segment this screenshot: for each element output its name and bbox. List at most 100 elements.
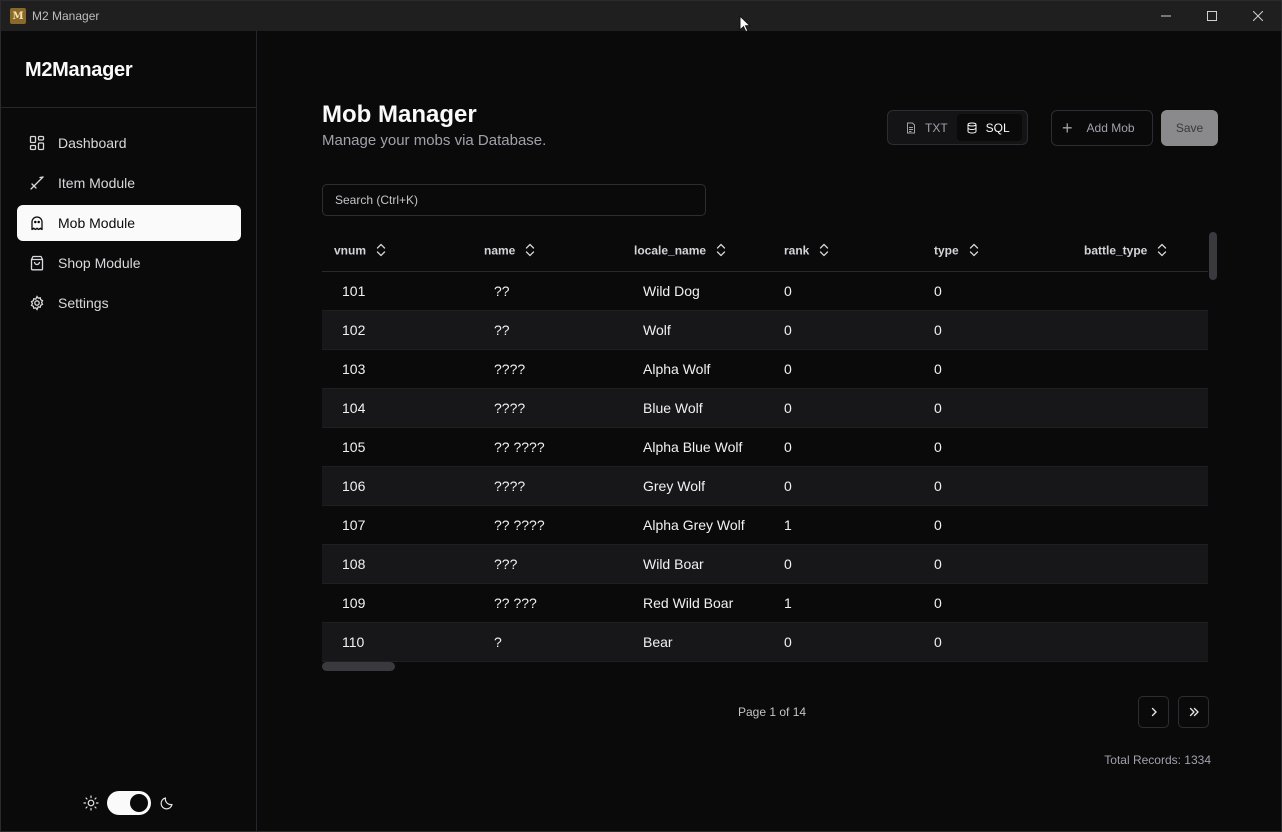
gear-icon <box>30 295 44 311</box>
column-header-vnum[interactable]: vnum <box>322 232 472 272</box>
app-logo-icon: M <box>10 8 26 24</box>
last-page-button[interactable] <box>1178 696 1209 728</box>
cell-vnum: 104 <box>322 388 472 428</box>
theme-toggle <box>83 791 175 815</box>
cell-battle-type <box>1072 583 1208 623</box>
file-text-icon <box>907 122 915 133</box>
cell-locale-name: Alpha Blue Wolf <box>622 427 772 467</box>
horizontal-scrollbar[interactable] <box>322 662 395 671</box>
table-row[interactable]: 104 ???? Blue Wolf 0 0 <box>322 388 1208 428</box>
table-header-row: vnum name locale_name rank type battle_t… <box>322 232 1208 272</box>
sidebar-nav: Dashboard Item Module Mob Module Shop Mo… <box>17 125 241 325</box>
database-icon <box>967 122 977 134</box>
cell-locale-name: Grey Wolf <box>622 466 772 506</box>
sql-mode-label: SQL <box>985 120 1010 135</box>
theme-switch[interactable] <box>107 791 151 815</box>
cell-rank: 0 <box>772 310 922 350</box>
column-header-name[interactable]: name <box>472 232 622 272</box>
close-button[interactable] <box>1235 1 1281 31</box>
cell-vnum: 110 <box>322 622 472 662</box>
table-row[interactable]: 101 ?? Wild Dog 0 0 <box>322 271 1208 311</box>
cell-name: ? <box>472 622 622 662</box>
sort-icon <box>376 243 386 260</box>
sidebar-item-label: Settings <box>58 295 109 311</box>
cell-locale-name: Blue Wolf <box>622 388 772 428</box>
cell-battle-type <box>1072 622 1208 662</box>
cell-type: 0 <box>922 310 1072 350</box>
add-mob-button[interactable]: + Add Mob <box>1051 110 1153 146</box>
sql-mode-button[interactable]: SQL <box>956 114 1022 141</box>
cell-rank: 0 <box>772 349 922 389</box>
cell-vnum: 105 <box>322 427 472 467</box>
cell-type: 0 <box>922 349 1072 389</box>
table-row[interactable]: 108 ??? Wild Boar 0 0 <box>322 544 1208 584</box>
sidebar: M2Manager Dashboard Item Module Mob Modu… <box>1 31 257 831</box>
sidebar-item-settings[interactable]: Settings <box>17 285 241 321</box>
sort-icon <box>1157 243 1167 260</box>
table-row[interactable]: 103 ???? Alpha Wolf 0 0 <box>322 349 1208 389</box>
mouse-cursor-icon <box>739 15 751 33</box>
cell-name: ???? <box>472 388 622 428</box>
maximize-button[interactable] <box>1189 1 1235 31</box>
table-row[interactable]: 106 ???? Grey Wolf 0 0 <box>322 466 1208 506</box>
chevron-right-icon <box>1151 707 1157 717</box>
cell-type: 0 <box>922 466 1072 506</box>
cell-battle-type <box>1072 310 1208 350</box>
add-mob-label: Add Mob <box>1086 121 1135 135</box>
cell-name: ?? <box>472 310 622 350</box>
title-bar: M M2 Manager <box>1 1 1281 31</box>
sidebar-item-mob-module[interactable]: Mob Module <box>17 205 241 241</box>
txt-mode-label: TXT <box>925 120 948 135</box>
sidebar-item-dashboard[interactable]: Dashboard <box>17 125 241 161</box>
cell-locale-name: Wolf <box>622 310 772 350</box>
cell-type: 0 <box>922 427 1072 467</box>
minimize-button[interactable] <box>1143 1 1189 31</box>
layout-grid-icon <box>29 135 45 151</box>
cell-rank: 0 <box>772 544 922 584</box>
table-row[interactable]: 109 ?? ??? Red Wild Boar 1 0 <box>322 583 1208 623</box>
shopping-bag-icon <box>30 255 44 271</box>
cell-battle-type <box>1072 466 1208 506</box>
table-row[interactable]: 102 ?? Wolf 0 0 <box>322 310 1208 350</box>
cell-name: ?? ??? <box>472 583 622 623</box>
cell-vnum: 107 <box>322 505 472 545</box>
main-content: Mob Manager Manage your mobs via Databas… <box>258 31 1281 831</box>
page-subtitle: Manage your mobs via Database. <box>322 132 547 149</box>
sun-icon <box>83 795 99 811</box>
search-input[interactable] <box>322 184 706 216</box>
column-header-battle-type[interactable]: battle_type <box>1072 232 1208 272</box>
cell-rank: 1 <box>772 583 922 623</box>
table-row[interactable]: 107 ?? ???? Alpha Grey Wolf 1 0 <box>322 505 1208 545</box>
table-row[interactable]: 105 ?? ???? Alpha Blue Wolf 0 0 <box>322 427 1208 467</box>
sort-icon <box>716 243 726 260</box>
cell-battle-type <box>1072 388 1208 428</box>
brand-title: M2Manager <box>25 59 133 81</box>
cell-type: 0 <box>922 271 1072 311</box>
txt-mode-button[interactable]: TXT <box>891 114 957 141</box>
column-header-type[interactable]: type <box>922 232 1072 272</box>
plus-icon: + <box>1062 117 1073 138</box>
sidebar-item-shop-module[interactable]: Shop Module <box>17 245 241 281</box>
page-title: Mob Manager <box>322 101 477 128</box>
window-title: M2 Manager <box>32 9 100 23</box>
sidebar-item-item-module[interactable]: Item Module <box>17 165 241 201</box>
column-header-locale-name[interactable]: locale_name <box>622 232 772 272</box>
cell-rank: 0 <box>772 388 922 428</box>
table-row[interactable]: 110 ? Bear 0 0 <box>322 622 1208 662</box>
cell-battle-type <box>1072 427 1208 467</box>
cell-rank: 0 <box>772 427 922 467</box>
cell-name: ?? <box>472 271 622 311</box>
window-controls <box>1143 1 1281 31</box>
cell-name: ??? <box>472 544 622 584</box>
vertical-scrollbar[interactable] <box>1209 232 1217 280</box>
cell-locale-name: Bear <box>622 622 772 662</box>
sort-icon <box>969 243 979 260</box>
column-header-rank[interactable]: rank <box>772 232 922 272</box>
cell-locale-name: Alpha Grey Wolf <box>622 505 772 545</box>
sidebar-item-label: Mob Module <box>58 215 136 231</box>
cell-locale-name: Alpha Wolf <box>622 349 772 389</box>
next-page-button[interactable] <box>1138 696 1169 728</box>
sort-icon <box>525 243 535 260</box>
save-button[interactable]: Save <box>1161 110 1218 146</box>
cell-rank: 0 <box>772 271 922 311</box>
